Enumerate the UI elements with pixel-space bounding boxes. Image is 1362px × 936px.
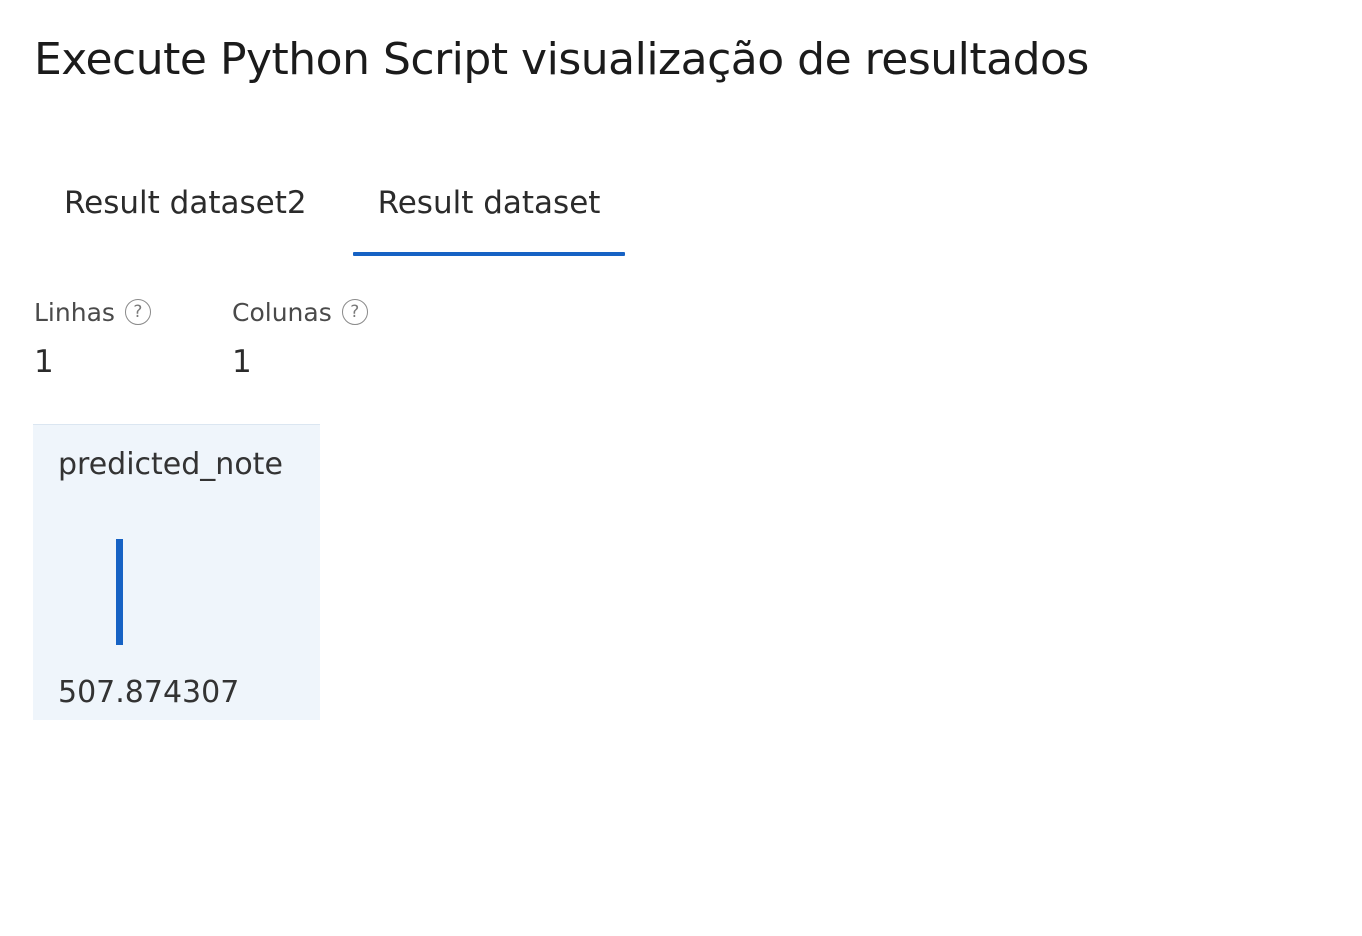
column-name: predicted_note	[58, 447, 283, 482]
rows-label: Linhas	[34, 297, 115, 327]
columns-count: 1	[232, 344, 252, 380]
results-visualization-page: Execute Python Script visualização de re…	[0, 0, 1362, 936]
column-value: 507.874307	[58, 675, 240, 710]
column-histogram	[116, 539, 123, 645]
column-card-predicted-note[interactable]: predicted_note 507.874307	[33, 424, 320, 720]
active-tab-indicator	[352, 252, 626, 256]
columns-label-group: Colunas ?	[232, 294, 368, 330]
help-icon[interactable]: ?	[341, 299, 368, 325]
rows-count: 1	[34, 344, 54, 380]
tab-label: Result dataset	[377, 185, 601, 221]
histogram-bar	[116, 539, 123, 645]
rows-label-group: Linhas ?	[34, 294, 232, 330]
dataset-tabs: Result dataset2 Result dataset	[34, 176, 630, 258]
tab-result-dataset[interactable]: Result dataset	[348, 176, 631, 256]
tab-label: Result dataset2	[64, 185, 307, 221]
page-title: Execute Python Script visualização de re…	[34, 34, 1089, 85]
rows-stat: Linhas ? 1	[34, 294, 232, 380]
help-icon[interactable]: ?	[124, 299, 151, 325]
dataset-stats: Linhas ? 1 Colunas ? 1	[34, 294, 368, 380]
columns-stat: Colunas ? 1	[232, 294, 368, 380]
tab-result-dataset2[interactable]: Result dataset2	[34, 176, 337, 256]
columns-label: Colunas	[232, 297, 332, 327]
